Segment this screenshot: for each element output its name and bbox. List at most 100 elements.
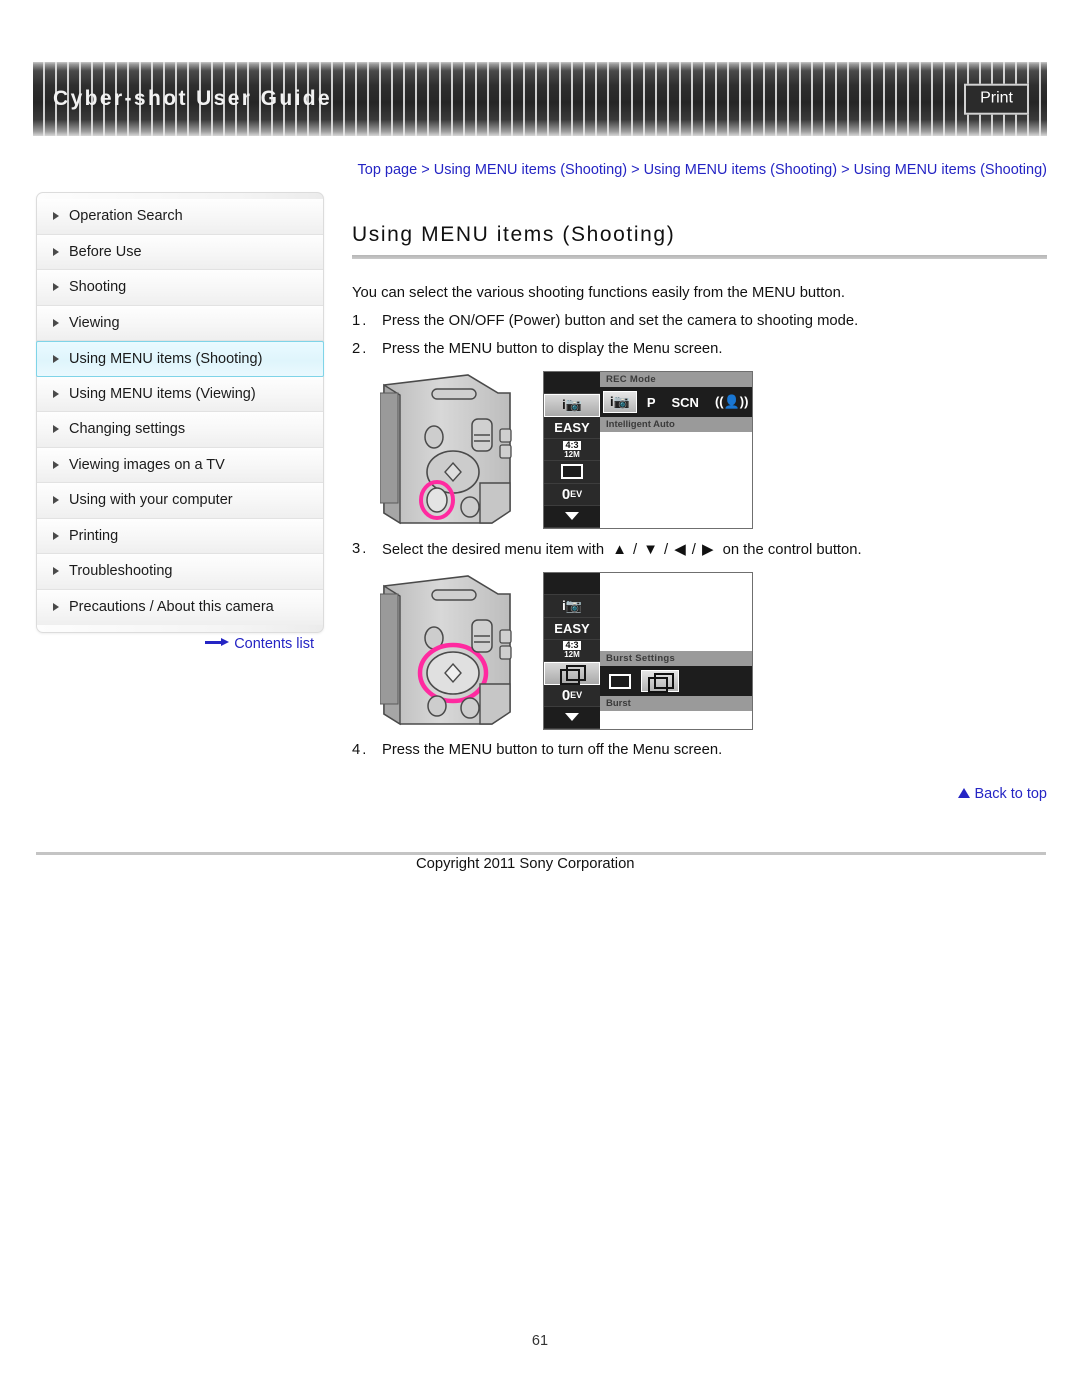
burst-option-single[interactable] [603, 672, 637, 691]
camera-lcd-edge [380, 392, 399, 504]
camera-lcd-edge [380, 593, 399, 705]
sidebar-item-viewing[interactable]: Viewing [37, 305, 323, 341]
step3-text-after: on the control button. [722, 542, 862, 559]
bullet-arrow-icon [53, 531, 59, 540]
burst-option-burst[interactable] [641, 670, 679, 694]
menu-left-icon-column-2: i📷 EASY 4:3 12M 0 EV [544, 573, 600, 730]
breadcrumb: Top page > Using MENU items (Shooting) >… [352, 160, 1047, 181]
chevron-down-icon [565, 512, 579, 521]
back-to-top-label: Back to top [974, 786, 1047, 803]
step3-text-before: Select the desired menu item with [382, 542, 605, 559]
sidebar-item-label: Shooting [69, 279, 127, 296]
menu-icon-easy[interactable]: EASY [544, 617, 600, 640]
sidebar-item-label: Precautions / About this camera [69, 599, 274, 616]
sidebar-item-label: Changing settings [69, 421, 186, 438]
menu-right-panel-2: Burst Settings Burst [600, 573, 752, 730]
breadcrumb-item-2[interactable]: Using MENU items (Shooting) [434, 162, 627, 178]
sidebar-item-operation-search[interactable]: Operation Search [37, 199, 323, 235]
menu-icon-single-shot[interactable] [544, 461, 600, 484]
menu-icon-ev[interactable]: 0 EV [544, 684, 600, 707]
single-frame-icon [561, 464, 583, 480]
breadcrumb-separator: > [627, 162, 644, 178]
sidebar-item-shooting[interactable]: Shooting [37, 270, 323, 306]
bullet-arrow-icon [53, 496, 59, 505]
menu-icon-intelligent-auto[interactable]: i📷 [544, 394, 600, 417]
step-item-4: 4. Press the MENU button to turn off the… [352, 742, 1047, 758]
main-content: Top page > Using MENU items (Shooting) >… [352, 160, 1047, 802]
menu-icon-easy[interactable]: EASY [544, 416, 600, 439]
sidebar-item-label: Viewing images on a TV [69, 456, 225, 473]
menu-screen-rec-mode: i📷 EASY 4:3 12M 0 EV REC Mode i📷 P SCN (… [543, 371, 753, 530]
sidebar-item-label: Viewing [69, 314, 120, 331]
sidebar-item-label: Using MENU items (Viewing) [69, 385, 256, 402]
camera-side-button-top [499, 428, 512, 443]
sidebar-item-before-use[interactable]: Before Use [37, 234, 323, 270]
figure-menu-button: i📷 EASY 4:3 12M 0 EV REC Mode i📷 P SCN (… [380, 371, 1047, 530]
back-to-top-link[interactable]: Back to top [352, 786, 1047, 802]
breadcrumb-item-top-page[interactable]: Top page [358, 162, 418, 178]
sidebar-nav: Operation Search Before Use Shooting Vie… [36, 192, 324, 633]
menu-icon-blank [544, 573, 600, 596]
sidebar-item-label: Before Use [69, 243, 142, 260]
mode-option-intelligent-auto[interactable]: i📷 [603, 391, 637, 414]
sidebar-item-using-menu-items-shooting[interactable]: Using MENU items (Shooting) [36, 341, 324, 377]
step-item-1: 1. Press the ON/OFF (Power) button and s… [352, 313, 1047, 329]
menu-option-row [600, 666, 752, 697]
menu-icon-scroll-down[interactable] [544, 706, 600, 730]
burst-icon [648, 673, 674, 694]
title-divider [352, 255, 1047, 260]
menu-title-bar: Burst Settings [600, 651, 752, 667]
menu-screen-burst-settings: i📷 EASY 4:3 12M 0 EV Burst Settings Burs… [543, 572, 753, 731]
camera-delete-button [460, 496, 480, 518]
mode-option-p[interactable]: P [641, 393, 662, 412]
step-text: Press the ON/OFF (Power) button and set … [382, 313, 859, 330]
step-item-3: 3. Select the desired menu item with ▲ /… [352, 541, 1047, 558]
arrow-up-icon [958, 788, 971, 799]
mode-option-anti-motion-blur[interactable]: ((👤)) [709, 392, 752, 412]
sidebar-item-using-menu-items-viewing[interactable]: Using MENU items (Viewing) [37, 376, 323, 412]
page-root: Cyber-shot User Guide Print Operation Se… [0, 0, 1080, 1397]
menu-icon-blank [544, 372, 600, 395]
bullet-arrow-icon [53, 318, 59, 327]
menu-right-panel: REC Mode i📷 P SCN ((👤)) Intelligent Auto [600, 372, 752, 529]
print-button[interactable]: Print [964, 83, 1029, 115]
menu-left-icon-column: i📷 EASY 4:3 12M 0 EV [544, 372, 600, 529]
camera-side-button-bottom [499, 444, 512, 459]
menu-icon-burst-settings[interactable] [544, 662, 600, 686]
menu-icon-intelligent-auto[interactable]: i📷 [544, 595, 600, 618]
breadcrumb-item-current[interactable]: Using MENU items (Shooting) [854, 162, 1047, 178]
sidebar-item-printing[interactable]: Printing [37, 518, 323, 554]
menu-icon-image-size[interactable]: 4:3 12M [544, 639, 600, 663]
camera-side-button-bottom [499, 645, 512, 660]
camera-grip-slot [431, 388, 477, 400]
intro-paragraph: You can select the various shooting func… [352, 285, 845, 302]
bullet-arrow-icon [53, 212, 59, 221]
footer-divider [36, 852, 1046, 855]
camera-battery-cover [479, 683, 511, 725]
bullet-arrow-icon [53, 460, 59, 469]
bullet-arrow-icon [53, 354, 59, 363]
site-header: Cyber-shot User Guide Print [33, 62, 1047, 136]
step-number: 1. [352, 313, 369, 330]
breadcrumb-item-3[interactable]: Using MENU items (Shooting) [644, 162, 837, 178]
bullet-arrow-icon [53, 567, 59, 576]
menu-icon-scroll-down[interactable] [544, 505, 600, 529]
camera-side-button-top [499, 629, 512, 644]
contents-list-link[interactable]: Contents list [36, 636, 324, 652]
step-text: Press the MENU button to turn off the Me… [382, 742, 723, 759]
sidebar-item-troubleshooting[interactable]: Troubleshooting [37, 554, 323, 590]
bullet-arrow-icon [53, 425, 59, 434]
menu-icon-image-size[interactable]: 4:3 12M [544, 438, 600, 462]
sidebar-item-precautions-about-this-camera[interactable]: Precautions / About this camera [37, 589, 323, 625]
sidebar-item-using-with-your-computer[interactable]: Using with your computer [37, 483, 323, 519]
menu-icon-ev[interactable]: 0 EV [544, 483, 600, 506]
sidebar-item-viewing-images-on-a-tv[interactable]: Viewing images on a TV [37, 447, 323, 483]
bullet-arrow-icon [53, 603, 59, 612]
sidebar-item-label: Operation Search [69, 208, 183, 225]
sidebar-item-label: Using MENU items (Shooting) [69, 350, 263, 367]
camera-menu-button [426, 487, 448, 513]
bullet-arrow-icon [53, 389, 59, 398]
mode-option-scn[interactable]: SCN [665, 393, 704, 412]
sidebar-item-label: Printing [69, 527, 119, 544]
sidebar-item-changing-settings[interactable]: Changing settings [37, 412, 323, 448]
